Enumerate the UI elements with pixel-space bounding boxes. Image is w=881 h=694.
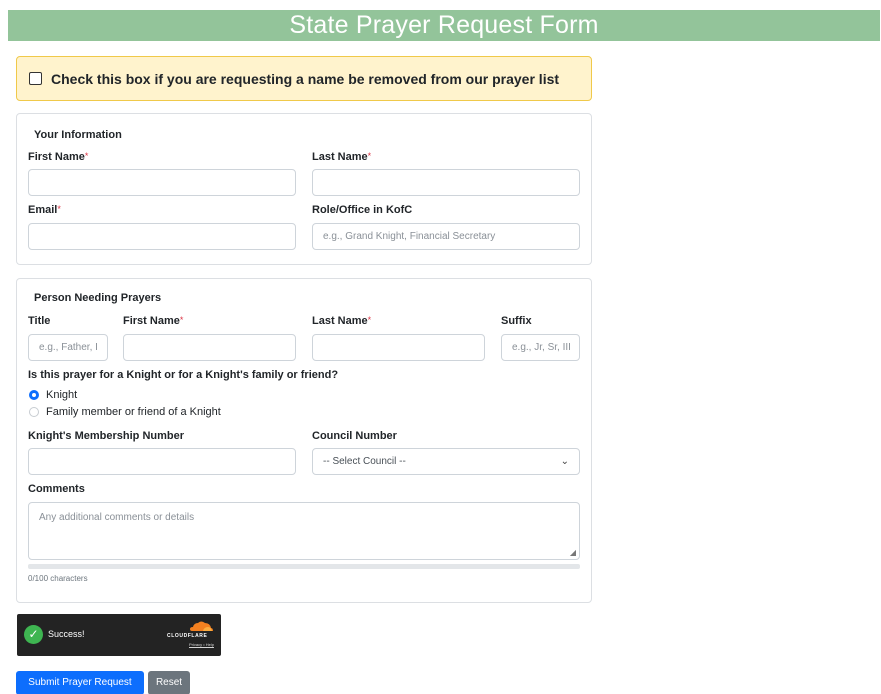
email-input[interactable] [28,223,296,250]
email-label: Email* [28,204,61,216]
cloudflare-logo: CLOUDFLARE [167,633,208,639]
person-first-name-input[interactable] [123,334,296,361]
role-input[interactable]: e.g., Grand Knight, Financial Secretary [312,223,580,250]
success-check-icon: ✓ [24,625,43,644]
removal-request-box[interactable]: Check this box if you are requesting a n… [16,56,592,101]
title-input[interactable]: e.g., Father, I [28,334,108,361]
person-last-name-label: Last Name* [312,315,372,327]
cloudflare-captcha[interactable]: ✓ Success! CLOUDFLARE Privacy • Help [17,614,221,656]
page-title: State Prayer Request Form [8,10,880,41]
radio-family-label: Family member or friend of a Knight [46,406,221,418]
first-name-input[interactable] [28,169,296,196]
reset-button[interactable]: Reset [148,671,190,694]
membership-label: Knight's Membership Number [28,430,185,442]
character-count: 0/100 characters [28,574,88,583]
radio-knight-button[interactable] [29,390,39,400]
suffix-input[interactable]: e.g., Jr, Sr, III [501,334,580,361]
membership-input[interactable] [28,448,296,475]
last-name-label: Last Name* [312,151,372,163]
person-section-title: Person Needing Prayers [34,292,162,304]
person-first-name-label: First Name* [123,315,184,327]
captcha-links[interactable]: Privacy • Help [189,642,214,647]
prayer-type-question: Is this prayer for a Knight or for a Kni… [28,369,339,381]
person-last-name-input[interactable] [312,334,485,361]
radio-family[interactable]: Family member or friend of a Knight [29,406,221,418]
role-label: Role/Office in KofC [312,204,413,216]
council-select-value: -- Select Council -- [323,456,406,467]
character-count-bar [28,564,580,569]
title-label: Title [28,315,51,327]
radio-knight-label: Knight [46,389,78,401]
first-name-label: First Name* [28,151,89,163]
comments-placeholder: Any additional comments or details [39,512,195,523]
removal-checkbox[interactable] [29,72,42,85]
comments-label: Comments [28,483,85,495]
resize-grip-icon[interactable]: ◢ [570,548,576,557]
submit-button[interactable]: Submit Prayer Request [16,671,144,694]
suffix-label: Suffix [501,315,532,327]
your-information-card: Your Information First Name* Last Name* … [16,113,592,265]
cloudflare-cloud-icon [190,621,213,631]
radio-family-button[interactable] [29,407,39,417]
captcha-status: Success! [48,629,85,639]
radio-knight[interactable]: Knight [29,389,77,401]
person-needing-prayers-card: Person Needing Prayers Title First Name*… [16,278,592,603]
your-information-title: Your Information [34,129,122,141]
last-name-input[interactable] [312,169,580,196]
chevron-down-icon: ⌄ [560,456,569,467]
council-select[interactable]: -- Select Council -- ⌄ [312,448,580,475]
removal-label: Check this box if you are requesting a n… [51,70,560,87]
council-label: Council Number [312,430,397,442]
comments-textarea[interactable]: Any additional comments or details ◢ [28,502,580,560]
